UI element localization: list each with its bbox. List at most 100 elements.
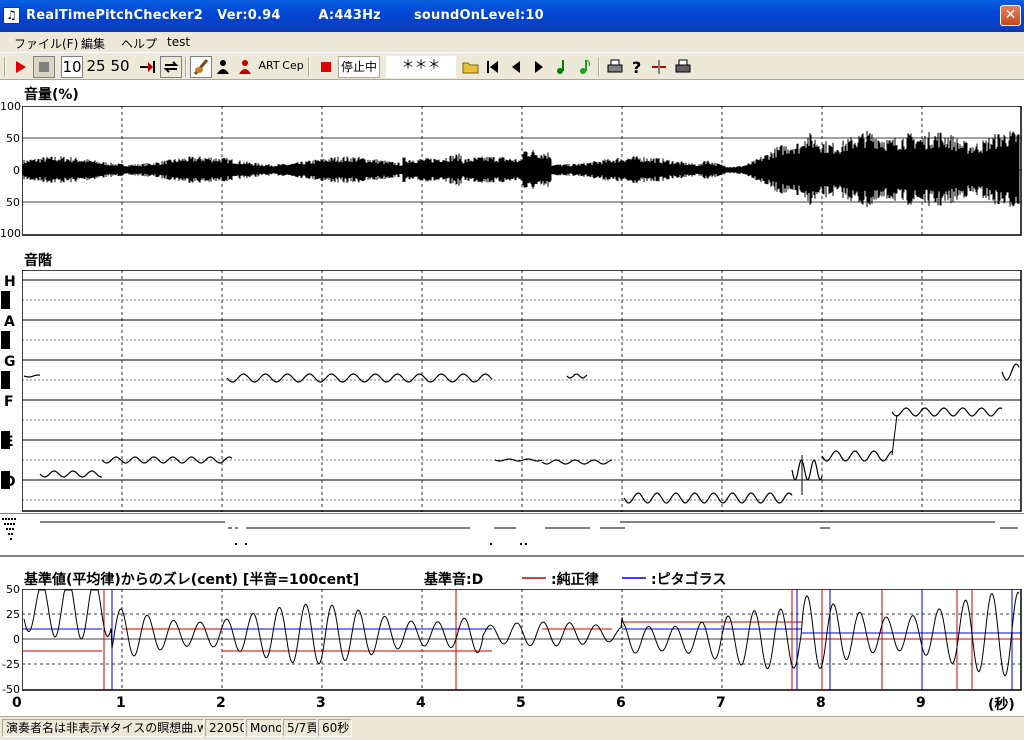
xtick: 1 [116,695,126,711]
window-title: RealTimePitchChecker2 Ver:0.94 A:443Hz s… [26,8,544,23]
print-icon [607,59,623,73]
just-legend-label: :純正律 [551,572,599,588]
status-page: 5/7頁 [283,719,317,737]
volume-ytick: 100 [0,100,21,113]
toolbar-separator [185,57,187,77]
deviation-ytick: -25 [2,658,20,671]
note-label-G: G [4,354,16,370]
play-button[interactable] [9,56,31,78]
violin-icon [193,59,209,75]
app-icon: ♫ [3,7,20,24]
strip-dot [12,528,14,530]
art-button[interactable]: ART [258,56,280,78]
strip-dot [9,528,11,530]
strip-dot [13,523,15,525]
strip-dot [8,518,10,520]
pythagorean-legend-label: :ピタゴラス [651,572,727,588]
menu-edit[interactable]: 編集 [81,35,105,52]
status-channels: Mono [246,719,282,737]
volume-ytick: 50 [6,196,20,209]
toolbar-separator [308,57,310,77]
note-track-dot [245,543,247,545]
loop-icon [163,61,179,73]
open-button[interactable] [460,56,482,78]
deviation-plot[interactable] [22,589,1022,691]
violin-button[interactable] [190,56,212,78]
print-button[interactable] [604,56,626,78]
xtick: 0 [12,695,22,711]
deviation-ytick: 25 [6,608,20,621]
toolbar: 10 25 50 ART Cep 停止中 ＊＊＊ ? [0,52,1024,80]
note-green-button[interactable] [575,56,595,78]
volume-ytick: 0 [13,164,20,177]
strip-dot [4,523,6,525]
cep-button[interactable]: Cep [282,56,304,78]
loop-button[interactable] [160,56,182,78]
xtick: 6 [616,695,626,711]
note-track-dot [490,543,492,545]
menu-bar: ファイル(F) 編集 ヘルプ test [0,32,1024,52]
volume-ytick: 50 [6,132,20,145]
note-green-icon [580,59,591,74]
toolbar-separator [598,57,600,77]
xtick: 8 [816,695,826,711]
status-duration: 60秒 [318,719,352,737]
black-key [1,291,10,309]
note-track-dot [525,543,527,545]
record-button[interactable] [316,56,336,78]
pitch-scale-plot[interactable] [22,270,1022,512]
black-key [1,371,10,389]
singer-icon [239,60,251,74]
title-bar[interactable]: ♫ RealTimePitchChecker2 Ver:0.94 A:443Hz… [0,0,1024,32]
note-button[interactable] [552,56,572,78]
strip-dot [6,528,8,530]
stop-button[interactable] [33,56,55,78]
note-label-F: F [4,394,14,410]
print-preview-icon [675,59,691,73]
deviation-ytick: 0 [13,633,20,646]
note-label-H: H [4,274,16,290]
help-icon: ? [632,58,641,77]
zoom-25-button[interactable]: 25 [85,56,107,78]
volume-panel-label: 音量(%) [24,87,79,103]
volume-ytick: 100 [0,227,21,240]
strip-dot [8,533,10,535]
print-preview-button[interactable] [672,56,694,78]
step-back-button[interactable] [506,56,526,78]
play-icon [16,61,26,73]
step-back-icon [512,61,520,73]
open-folder-icon [462,62,479,74]
metronome-icon [217,60,229,74]
xtick: 3 [316,695,326,711]
note-track-dot [520,543,522,545]
note-track-dot [235,543,237,545]
menu-file[interactable]: ファイル(F) [14,35,78,52]
status-bar: 演奏者名は非表示¥タイスの瞑想曲.wav 22050 Mono 5/7頁 60秒 [0,716,1024,740]
black-key [1,331,10,349]
toolbar-separator [4,57,6,77]
marker-button[interactable] [650,56,668,78]
time-axis: 0 1 2 3 4 5 6 7 8 9 (秒) [0,693,1024,715]
menu-help[interactable]: ヘルプ [121,35,157,52]
skip-start-button[interactable] [483,56,503,78]
zoom-50-button[interactable]: 50 [109,56,131,78]
help-button[interactable]: ? [628,56,646,78]
note-track-strip [0,513,1024,557]
metronome-button[interactable] [213,56,233,78]
strip-dot [5,518,7,520]
zoom-10-button[interactable]: 10 [61,56,83,78]
record-icon [321,62,331,72]
close-button[interactable]: ✕ [1000,5,1021,26]
note-label-A: A [4,314,15,330]
pythagorean-legend-swatch [622,577,646,579]
jump-to-end-button[interactable] [137,56,159,78]
xtick: 5 [516,695,526,711]
singer-button[interactable] [235,56,255,78]
deviation-panel-label: 基準値(平均律)からのズレ(cent) [半音=100cent] [24,572,360,588]
xtick: 9 [916,695,926,711]
menu-test[interactable]: test [167,35,190,49]
black-key [1,471,10,489]
current-note-display: ＊＊＊ [386,56,456,78]
step-forward-button[interactable] [529,56,549,78]
volume-waveform-plot[interactable] [22,106,1022,236]
